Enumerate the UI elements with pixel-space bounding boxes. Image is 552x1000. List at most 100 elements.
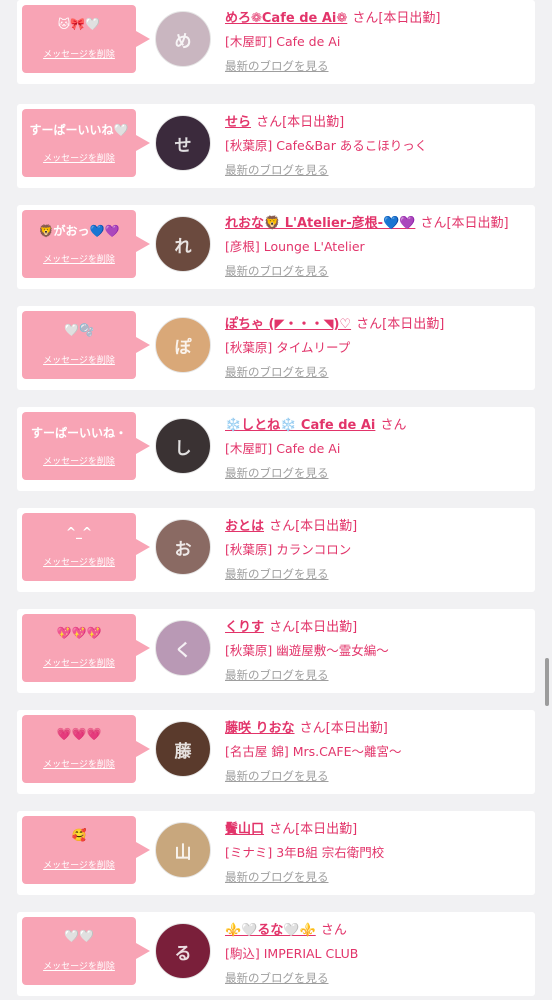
latest-blog-link[interactable]: 最新のブログを見る bbox=[225, 162, 329, 178]
avatar[interactable]: 山 bbox=[155, 822, 211, 878]
message-card: 💗💗💗 メッセージを削除 藤 藤咲 りおな さん[本日出勤] [名古屋 錦] M… bbox=[17, 710, 535, 794]
avatar-initial: く bbox=[174, 641, 192, 661]
message-bubble: 🥰 メッセージを削除 bbox=[22, 816, 150, 884]
message-card: ^_^ メッセージを削除 お おとは さん[本日出勤] [秋葉原] カランコロン… bbox=[17, 508, 535, 592]
shop-label: [名古屋 錦] Mrs.CAFE〜離宮〜 bbox=[225, 744, 402, 759]
delete-message-link[interactable]: メッセージを削除 bbox=[22, 47, 136, 60]
message-bubble: 🤍🤍 メッセージを削除 bbox=[22, 917, 150, 985]
message-text: すーぱーいいね・ bbox=[30, 426, 127, 440]
avatar-initial: 藤 bbox=[174, 742, 192, 762]
avatar-initial: せ bbox=[174, 136, 192, 156]
shop-label: [駒込] IMPERIAL CLUB bbox=[225, 946, 359, 961]
name-line: ⚜️🤍るな🤍⚜️ さん bbox=[225, 919, 527, 938]
status-suffix: さん[本日出勤] bbox=[356, 317, 445, 332]
message-card: 🤍🫧 メッセージを削除 ぽ ぽちゃ (◤・・・◥)♡ さん[本日出勤] [秋葉原… bbox=[17, 306, 535, 390]
message-bubble: 🐱🎀🤍 メッセージを削除 bbox=[22, 5, 150, 73]
avatar[interactable]: れ bbox=[155, 216, 211, 272]
avatar-initial: お bbox=[174, 540, 192, 560]
avatar-initial: れ bbox=[174, 237, 192, 257]
status-suffix: さん[本日出勤] bbox=[352, 11, 441, 26]
cast-name-link[interactable]: ⚜️🤍るな🤍⚜️ bbox=[225, 923, 316, 938]
message-card: 🦁がおっ💙💜 メッセージを削除 れ れおな🦁 L'Atelier-彦根-💙💜 さ… bbox=[17, 205, 535, 289]
message-card: 🐱🎀🤍 メッセージを削除 め めろ❁Cafe de Ai❁ さん[本日出勤] [… bbox=[17, 0, 535, 84]
message-card: すーぱーいいね・ メッセージを削除 し ❄️しとね❄️ Cafe de Ai さ… bbox=[17, 407, 535, 491]
name-line: ぽちゃ (◤・・・◥)♡ さん[本日出勤] bbox=[225, 313, 527, 332]
message-card: 💖💖💖 メッセージを削除 く くりす さん[本日出勤] [秋葉原] 幽遊屋敷〜霊… bbox=[17, 609, 535, 693]
latest-blog-link[interactable]: 最新のブログを見る bbox=[225, 263, 329, 279]
shop-label: [秋葉原] カランコロン bbox=[225, 542, 352, 557]
message-card: すーぱーいいね🤍 メッセージを削除 せ せら さん[本日出勤] [秋葉原] Ca… bbox=[17, 104, 535, 188]
message-bubble: 💖💖💖 メッセージを削除 bbox=[22, 614, 150, 682]
latest-blog-link[interactable]: 最新のブログを見る bbox=[225, 364, 329, 380]
delete-message-link[interactable]: メッセージを削除 bbox=[22, 757, 136, 770]
latest-blog-link[interactable]: 最新のブログを見る bbox=[225, 768, 329, 784]
cast-name-link[interactable]: せら bbox=[225, 115, 251, 130]
delete-message-link[interactable]: メッセージを削除 bbox=[22, 555, 136, 568]
avatar[interactable]: ぽ bbox=[155, 317, 211, 373]
message-text: 💖💖💖 bbox=[56, 626, 102, 640]
status-suffix: さん[本日出勤] bbox=[269, 519, 358, 534]
delete-message-link[interactable]: メッセージを削除 bbox=[22, 151, 136, 164]
message-bubble: すーぱーいいね🤍 メッセージを削除 bbox=[22, 109, 150, 177]
shop-label: [木屋町] Cafe de Ai bbox=[225, 34, 341, 49]
message-bubble: 💗💗💗 メッセージを削除 bbox=[22, 715, 150, 783]
message-bubble: ^_^ メッセージを削除 bbox=[22, 513, 150, 581]
shop-label: [ミナミ] 3年B組 宗右衛門校 bbox=[225, 845, 385, 860]
latest-blog-link[interactable]: 最新のブログを見る bbox=[225, 566, 329, 582]
status-suffix: さん[本日出勤] bbox=[299, 721, 388, 736]
avatar[interactable]: め bbox=[155, 11, 211, 67]
message-text: 🐱🎀🤍 bbox=[57, 17, 101, 31]
message-card: 🤍🤍 メッセージを削除 る ⚜️🤍るな🤍⚜️ さん [駒込] IMPERIAL … bbox=[17, 912, 535, 996]
name-line: 藤咲 りおな さん[本日出勤] bbox=[225, 717, 527, 736]
name-line: 鬢山口 さん[本日出勤] bbox=[225, 818, 527, 837]
avatar-initial: 山 bbox=[174, 843, 192, 863]
avatar[interactable]: せ bbox=[155, 115, 211, 171]
delete-message-link[interactable]: メッセージを削除 bbox=[22, 858, 136, 871]
latest-blog-link[interactable]: 最新のブログを見る bbox=[225, 58, 329, 74]
avatar[interactable]: く bbox=[155, 620, 211, 676]
message-text: 🥰 bbox=[71, 828, 87, 842]
name-line: ❄️しとね❄️ Cafe de Ai さん bbox=[225, 414, 527, 433]
status-suffix: さん[本日出勤] bbox=[256, 115, 345, 130]
latest-blog-link[interactable]: 最新のブログを見る bbox=[225, 869, 329, 885]
cast-name-link[interactable]: 藤咲 りおな bbox=[225, 721, 295, 736]
scrollbar-thumb[interactable] bbox=[545, 658, 549, 706]
message-text: ^_^ bbox=[65, 525, 93, 539]
name-line: めろ❁Cafe de Ai❁ さん[本日出勤] bbox=[225, 7, 527, 26]
latest-blog-link[interactable]: 最新のブログを見る bbox=[225, 667, 329, 683]
cast-name-link[interactable]: れおな🦁 L'Atelier-彦根-💙💜 bbox=[225, 216, 415, 231]
delete-message-link[interactable]: メッセージを削除 bbox=[22, 959, 136, 972]
avatar-initial: る bbox=[174, 944, 192, 964]
message-text: 💗💗💗 bbox=[56, 727, 102, 741]
avatar-initial: め bbox=[174, 32, 192, 52]
cast-name-link[interactable]: ❄️しとね❄️ Cafe de Ai bbox=[225, 418, 375, 433]
message-text: 🤍🫧 bbox=[64, 323, 94, 337]
status-suffix: さん bbox=[380, 418, 407, 433]
cast-name-link[interactable]: めろ❁Cafe de Ai❁ bbox=[225, 11, 347, 26]
cast-name-link[interactable]: おとは bbox=[225, 519, 264, 534]
message-bubble: 🦁がおっ💙💜 メッセージを削除 bbox=[22, 210, 150, 278]
name-line: せら さん[本日出勤] bbox=[225, 111, 527, 130]
name-line: くりす さん[本日出勤] bbox=[225, 616, 527, 635]
cast-name-link[interactable]: 鬢山口 bbox=[225, 822, 264, 837]
delete-message-link[interactable]: メッセージを削除 bbox=[22, 252, 136, 265]
shop-label: [秋葉原] 幽遊屋敷〜霊女編〜 bbox=[225, 643, 389, 658]
message-text: すーぱーいいね🤍 bbox=[29, 123, 129, 137]
latest-blog-link[interactable]: 最新のブログを見る bbox=[225, 970, 329, 986]
delete-message-link[interactable]: メッセージを削除 bbox=[22, 353, 136, 366]
cast-name-link[interactable]: ぽちゃ (◤・・・◥)♡ bbox=[225, 317, 351, 332]
avatar[interactable]: る bbox=[155, 923, 211, 979]
name-line: おとは さん[本日出勤] bbox=[225, 515, 527, 534]
avatar-initial: ぽ bbox=[174, 338, 192, 358]
shop-label: [彦根] Lounge L'Atelier bbox=[225, 239, 365, 254]
avatar[interactable]: し bbox=[155, 418, 211, 474]
latest-blog-link[interactable]: 最新のブログを見る bbox=[225, 465, 329, 481]
delete-message-link[interactable]: メッセージを削除 bbox=[22, 454, 136, 467]
status-suffix: さん bbox=[320, 923, 347, 938]
message-text: 🤍🤍 bbox=[64, 929, 94, 943]
cast-name-link[interactable]: くりす bbox=[225, 620, 264, 635]
avatar[interactable]: お bbox=[155, 519, 211, 575]
avatar[interactable]: 藤 bbox=[155, 721, 211, 777]
delete-message-link[interactable]: メッセージを削除 bbox=[22, 656, 136, 669]
shop-label: [秋葉原] Cafe&Bar あるこほりっく bbox=[225, 138, 428, 153]
